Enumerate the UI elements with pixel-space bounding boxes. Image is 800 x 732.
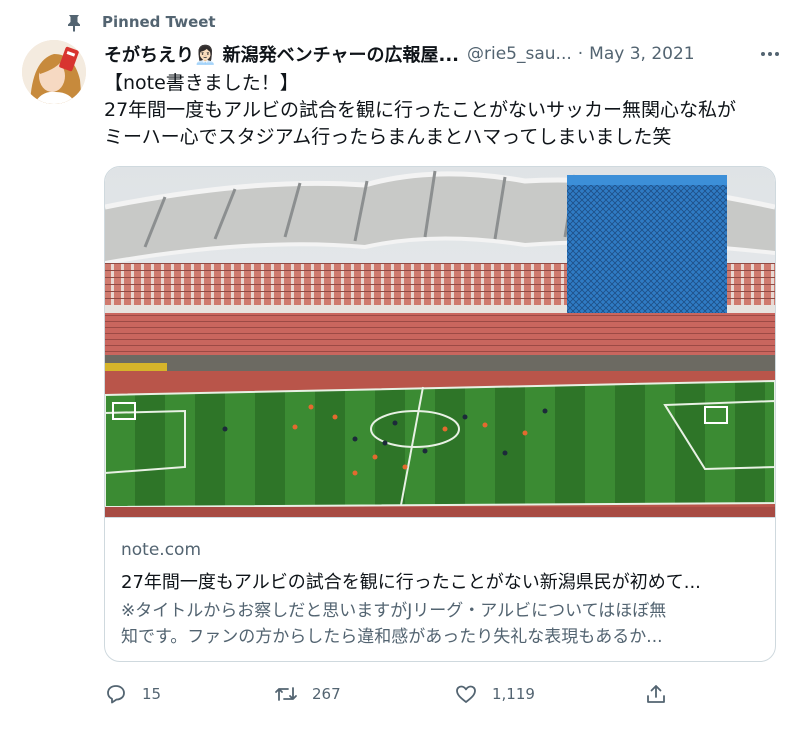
like-button[interactable]: 1,119 xyxy=(454,680,535,708)
card-domain: note.com xyxy=(121,540,202,560)
pinned-label: Pinned Tweet xyxy=(102,13,216,31)
card-title: 27年間一度もアルビの試合を観に行ったことがない新潟県民が初めて... xyxy=(121,572,701,593)
share-icon xyxy=(644,682,668,706)
reply-button[interactable]: 15 xyxy=(104,680,161,708)
author-display-name[interactable]: そがちえり👩🏻‍💼 新潟発ベンチャーの広報屋... xyxy=(104,41,459,67)
author-handle[interactable]: @rie5_sau... xyxy=(467,44,572,64)
pinned-indicator: Pinned Tweet xyxy=(64,10,216,36)
tweet-text-line: 【note書きました！】 xyxy=(104,72,299,94)
tweet-actions: 15 267 1,119 xyxy=(104,680,774,708)
card-description-line: 知です。ファンの方からしたら違和感があったり失礼な表現もあるか... xyxy=(121,627,663,647)
like-count: 1,119 xyxy=(492,685,535,703)
tweet-text-line: ミーハー心でスタジアム行ったらまんまとハマってしまいました笑 xyxy=(104,126,672,148)
card-image-stadium[interactable] xyxy=(105,167,775,517)
tweet-header: そがちえり👩🏻‍💼 新潟発ベンチャーの広報屋... @rie5_sau... ·… xyxy=(104,38,780,70)
retweet-count: 267 xyxy=(312,685,341,703)
avatar[interactable] xyxy=(22,40,86,104)
card-description: ※タイトルからお察しだと思いますがJリーグ・アルビについてはほぼ無 知です。ファ… xyxy=(121,598,761,650)
pin-icon xyxy=(64,13,84,33)
card-description-line: ※タイトルからお察しだと思いますがJリーグ・アルビについてはほぼ無 xyxy=(121,601,667,621)
reply-icon xyxy=(104,682,128,706)
retweet-button[interactable]: 267 xyxy=(274,680,341,708)
like-icon xyxy=(454,682,478,706)
retweet-icon xyxy=(274,682,298,706)
more-icon[interactable] xyxy=(752,44,780,64)
tweet-date[interactable]: May 3, 2021 xyxy=(589,44,694,64)
share-button[interactable] xyxy=(644,680,668,708)
tweet-text: 【note書きました！】 27年間一度もアルビの試合を観に行ったことがないサッカ… xyxy=(104,70,774,151)
link-card[interactable]: note.com 27年間一度もアルビの試合を観に行ったことがない新潟県民が初め… xyxy=(104,166,776,662)
reply-count: 15 xyxy=(142,685,162,703)
separator-dot: · xyxy=(577,44,584,64)
card-meta[interactable]: note.com 27年間一度もアルビの試合を観に行ったことがない新潟県民が初め… xyxy=(105,517,775,661)
tweet-text-line: 27年間一度もアルビの試合を観に行ったことがないサッカー無関心な私が xyxy=(104,99,736,121)
